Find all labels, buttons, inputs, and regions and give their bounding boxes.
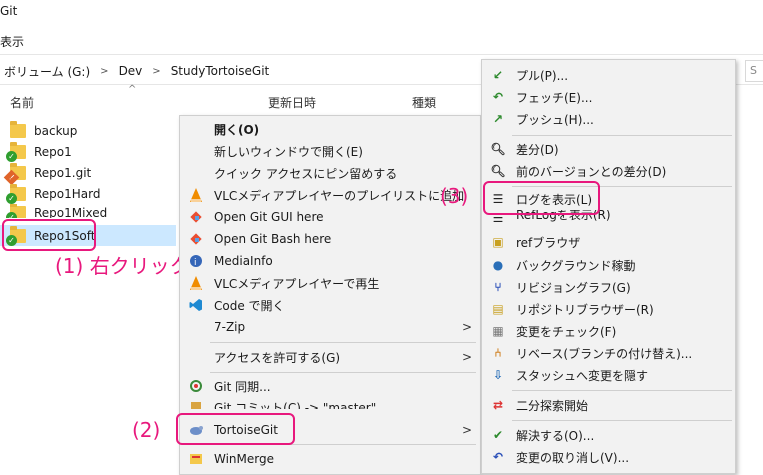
ribbon-divider (0, 54, 763, 55)
sort-ascending-icon: ^ (128, 84, 137, 95)
window-title: Git (0, 4, 18, 18)
file-row-repo1mixed[interactable]: Repo1Mixed (4, 204, 176, 218)
fetch-icon: ↶ (492, 90, 504, 104)
submenu-resolve[interactable]: ✔ 解決する(O)... (482, 424, 735, 446)
chevron-right-icon: > (461, 350, 472, 364)
menu-item-vlc-playlist[interactable]: VLCメディアプレイヤーのプレイリストに追加 (180, 184, 480, 206)
breadcrumb-study[interactable]: StudyTortoiseGit (171, 64, 270, 78)
stash-icon: ⇩ (492, 368, 504, 382)
address-bar[interactable]: ボリューム (G:) > Dev > StudyTortoiseGit (0, 59, 478, 83)
menu-item-open-new-window[interactable]: 新しいウィンドウで開く(E) (180, 140, 480, 162)
chevron-right-icon: > (461, 423, 472, 437)
git-folder-ok-icon (6, 141, 26, 162)
folder-icon (10, 120, 26, 138)
submenu-diff[interactable]: 🔍︎ 差分(D) (482, 138, 735, 160)
submenu-revert[interactable]: ↶ 変更の取り消し(V)... (482, 446, 735, 468)
file-name: Repo1.git (34, 165, 92, 180)
menu-item-give-access[interactable]: アクセスを許可する(G) > (180, 346, 480, 368)
git-folder-ok-icon (6, 204, 26, 218)
menu-item-open[interactable]: 開く(O) (180, 118, 480, 140)
menu-separator (512, 135, 732, 136)
submenu-diff-prev[interactable]: 🔍︎ 前のバージョンとの差分(D) (482, 160, 735, 182)
menu-item-open-vscode[interactable]: Code で開く (180, 294, 480, 316)
file-name: Repo1 (34, 144, 72, 159)
menu-item-git-commit[interactable]: Git コミット(C) -> "master"... (180, 397, 480, 409)
revision-graph-icon: ⑂ (494, 280, 502, 294)
ref-browser-icon: ▣ (492, 235, 504, 249)
menu-view[interactable]: 表示 (0, 33, 24, 50)
submenu-revision-graph[interactable]: ⑂ リビジョングラフ(G) (482, 276, 735, 298)
highlight-show-log (483, 181, 600, 215)
vscode-icon (188, 297, 204, 313)
file-name: Repo1Hard (34, 186, 101, 201)
file-row-repo1-git[interactable]: Repo1.git (4, 162, 176, 183)
tortoisegit-submenu: ↙ プル(P)... ↶ フェッチ(E)... ↗ プッシュ(H)... 🔍︎ … (481, 59, 736, 474)
submenu-bisect[interactable]: ⇄ 二分探索開始 (482, 394, 735, 416)
menu-separator (210, 342, 476, 343)
bisect-icon: ⇄ (492, 398, 504, 412)
pull-icon: ↙ (492, 68, 504, 82)
vlc-icon (188, 187, 204, 203)
column-header-name[interactable]: 名前 (10, 94, 34, 111)
mediainfo-icon: i (188, 253, 204, 269)
breadcrumb-dev[interactable]: Dev (119, 64, 143, 78)
chevron-right-icon: > (100, 65, 109, 77)
file-name: Repo1Mixed (34, 206, 108, 218)
menu-item-mediainfo[interactable]: i MediaInfo (180, 250, 480, 272)
annotation-step1: (1) 右クリック (55, 254, 190, 278)
annotation-step3: (3) (440, 184, 469, 208)
rebase-icon: ⑃ (494, 346, 502, 360)
menu-item-vlc-play[interactable]: VLCメディアプレイヤーで再生 (180, 272, 480, 294)
daemon-icon: ● (492, 258, 504, 272)
highlight-repo1soft (2, 219, 96, 251)
chevron-right-icon: > (152, 65, 161, 77)
git-folder-modified-icon (10, 162, 26, 180)
submenu-ref-browser[interactable]: ▣ refブラウザ (482, 231, 735, 253)
submenu-stash[interactable]: ⇩ スタッシュへ変更を隠す (482, 364, 735, 386)
repo-browser-icon: ▤ (492, 302, 504, 316)
search-input[interactable]: S (745, 60, 763, 82)
winmerge-icon (188, 451, 204, 467)
menu-item-winmerge[interactable]: WinMerge (180, 448, 480, 470)
menu-separator (512, 420, 732, 421)
menu-item-git-gui[interactable]: Open Git GUI here (180, 206, 480, 228)
file-row-repo1hard[interactable]: Repo1Hard (4, 183, 176, 204)
push-icon: ↗ (492, 112, 504, 126)
breadcrumb-drive[interactable]: ボリューム (G:) (4, 63, 90, 80)
svg-text:i: i (194, 258, 197, 268)
file-name: backup (34, 123, 78, 138)
vlc-icon (188, 275, 204, 291)
git-gui-icon (188, 209, 204, 225)
submenu-fetch[interactable]: ↶ フェッチ(E)... (482, 86, 735, 108)
menu-item-git-bash[interactable]: Open Git Bash here (180, 228, 480, 250)
check-modifications-icon: ▦ (492, 324, 504, 338)
git-commit-icon (188, 399, 204, 409)
chevron-right-icon: > (461, 320, 472, 334)
submenu-rebase[interactable]: ⑃ リベース(ブランチの付け替え)... (482, 342, 735, 364)
submenu-pull[interactable]: ↙ プル(P)... (482, 64, 735, 86)
menu-item-7zip[interactable]: 7-Zip > (180, 316, 480, 338)
file-row-repo1[interactable]: Repo1 (4, 141, 176, 162)
menu-separator (512, 390, 732, 391)
git-folder-ok-icon (6, 183, 26, 204)
column-header-modified[interactable]: 更新日時 (268, 94, 316, 111)
file-row-backup[interactable]: backup (4, 120, 176, 141)
column-header-type[interactable]: 種類 (412, 94, 436, 111)
resolve-icon: ✔ (492, 428, 504, 442)
diff-icon: 🔍︎ (490, 142, 506, 156)
menu-item-pin-quick-access[interactable]: クイック アクセスにピン留めする (180, 162, 480, 184)
diff-prev-icon: 🔍︎ (490, 164, 506, 178)
git-sync-icon (188, 378, 204, 394)
submenu-push[interactable]: ↗ プッシュ(H)... (482, 108, 735, 130)
submenu-check-modifications[interactable]: ▦ 変更をチェック(F) (482, 320, 735, 342)
menu-separator (210, 372, 476, 373)
menu-item-git-sync[interactable]: Git 同期... (180, 375, 480, 397)
submenu-repo-browser[interactable]: ▤ リポジトリブラウザー(R) (482, 298, 735, 320)
git-bash-icon (188, 231, 204, 247)
highlight-tortoisegit (176, 413, 295, 445)
submenu-daemon[interactable]: ● バックグラウンド稼動 (482, 254, 735, 276)
revert-icon: ↶ (492, 450, 504, 464)
annotation-step2: (2) (132, 418, 161, 442)
